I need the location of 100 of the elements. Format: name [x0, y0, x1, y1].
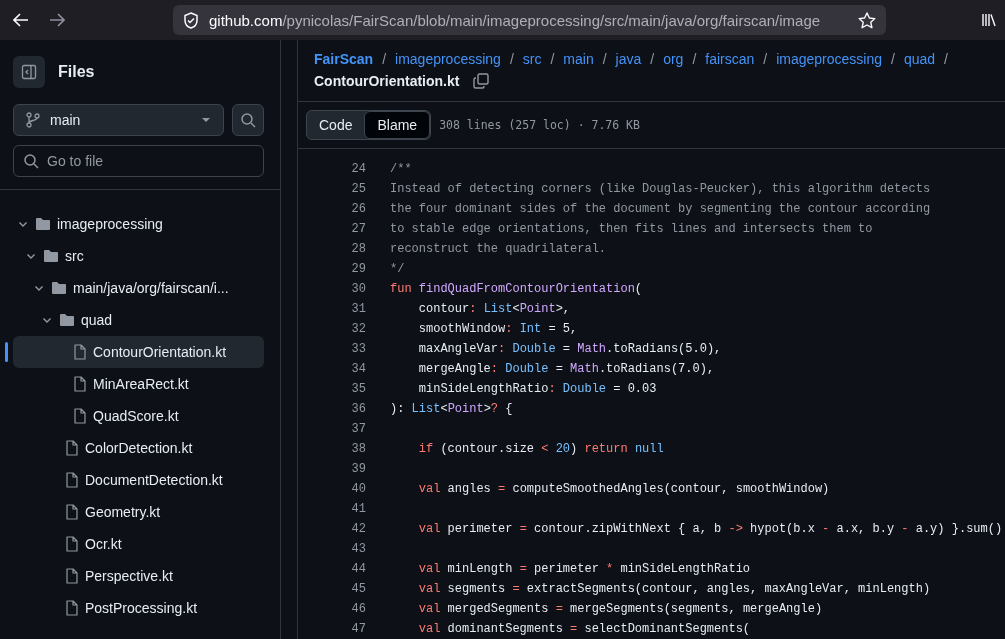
shield-icon[interactable] [183, 11, 199, 29]
code-line: val angles = computeSmoothedAngles(contour, smoothWindow) [417, 481, 830, 498]
path-separator: / [509, 50, 514, 69]
path-separator: / [550, 50, 555, 69]
folder-item[interactable]: imageprocessing [13, 208, 264, 240]
code-line: val perimeter = contour.zipWithNext { a, b -> hypot(b.x - a.x, b.y - a.y) }.sum() [417, 521, 1003, 538]
code-line: smoothWindow: Int = 5, [417, 321, 578, 338]
line-number: 42 [350, 521, 366, 538]
file-item[interactable]: QuadScore.kt [13, 400, 264, 432]
breadcrumb-link[interactable]: imageprocessing [395, 49, 501, 69]
line-number: 34 [350, 361, 366, 378]
breadcrumb-link[interactable]: src [522, 49, 542, 69]
code-line: ): List<Point>? { [390, 401, 513, 418]
path-separator: / [650, 50, 655, 69]
line-number: 24 [350, 161, 366, 178]
code-line: /** [390, 161, 412, 178]
line-number: 27 [350, 221, 366, 238]
line-number: 26 [350, 201, 366, 218]
collapse-panel-button[interactable] [13, 56, 45, 88]
breadcrumb-link[interactable]: main [563, 49, 594, 69]
path-separator: / [692, 50, 697, 69]
copy-icon [472, 72, 491, 90]
copy-path-button[interactable] [472, 72, 491, 90]
code-line: minSideLengthRatio: Double = 0.03 [417, 381, 657, 398]
file-name: ContourOrientation.kt [314, 72, 460, 91]
code-line: to stable edge orientations, then fits lines and intersects them to [390, 221, 873, 238]
view-tab[interactable]: Code [307, 111, 365, 139]
folder-item[interactable]: src [13, 240, 264, 272]
branch-selector[interactable]: main [13, 104, 224, 136]
code-line: contour: List<Point>, [417, 301, 571, 318]
code-line: maxAngleVar: Double = Math.toRadians(5.0), [417, 341, 722, 358]
breadcrumb-link[interactable]: org [663, 49, 684, 69]
branch-icon [26, 112, 40, 128]
file-item[interactable]: DocumentDetection.kt [13, 464, 264, 496]
code-line: val mergedSegments = mergeSegments(segments, mergeAngle) [417, 601, 823, 618]
search-field[interactable]: Go to file [13, 145, 264, 177]
path-separator: / [382, 50, 387, 69]
line-number: 41 [350, 501, 366, 518]
folder-item[interactable]: main/java/org/fairscan/i... [13, 272, 264, 304]
view-tab[interactable]: Blame [364, 111, 431, 139]
line-number: 47 [350, 621, 366, 638]
folder-icon [51, 281, 67, 295]
sidebar-title: Files [58, 63, 95, 81]
line-number: 43 [350, 541, 366, 558]
file-icon [65, 504, 79, 520]
line-number: 44 [350, 561, 366, 578]
breadcrumb-link[interactable]: quad [903, 49, 936, 69]
file-icon [73, 376, 87, 392]
search-button[interactable] [232, 104, 264, 136]
path-separator: / [763, 50, 768, 69]
breadcrumb-link[interactable]: java [615, 49, 642, 69]
back-icon[interactable] [13, 13, 29, 27]
code-line: */ [390, 261, 405, 278]
folder-item[interactable]: quad [13, 304, 264, 336]
code-line: reconstruct the quadrilateral. [390, 241, 607, 258]
code-line: if (contour.size < 20) return null [417, 441, 664, 458]
star-icon[interactable] [858, 11, 876, 29]
line-number: 29 [350, 261, 366, 278]
file-item[interactable]: MinAreaRect.kt [13, 368, 264, 400]
path-separator: / [891, 50, 895, 69]
url-field[interactable]: github.com/pynicolas/FairScan/blob/main/imageprocessing/src/main/java/org/fairscan/image [173, 5, 886, 35]
line-number: 25 [350, 181, 366, 198]
line-number: 30 [350, 281, 366, 298]
file-item[interactable]: PostProcessing.kt [13, 592, 264, 624]
line-number: 45 [350, 581, 366, 598]
code-line: Instead of detecting corners (like Douglas-Peucker), this algorithm detects [390, 181, 931, 198]
breadcrumb-link[interactable]: imageprocessing [776, 49, 883, 69]
line-number: 38 [350, 441, 366, 458]
line-number: 33 [350, 341, 366, 358]
file-icon [65, 568, 79, 584]
library-icon[interactable] [981, 12, 997, 28]
file-icon [65, 472, 79, 488]
folder-icon [59, 313, 75, 327]
line-number: 37 [350, 421, 366, 438]
line-number: 40 [350, 481, 366, 498]
breadcrumb-link[interactable]: FairScan [314, 49, 374, 69]
code-line: val dominantSegments = selectDominantSegments( [417, 621, 751, 638]
line-number: 31 [350, 301, 366, 318]
line-number: 39 [350, 461, 366, 478]
file-item[interactable]: Geometry.kt [13, 496, 264, 528]
file-icon [73, 344, 87, 360]
search-icon [23, 153, 39, 169]
folder-icon [43, 249, 59, 263]
search-icon [240, 112, 256, 128]
line-number: 32 [350, 321, 366, 338]
breadcrumb-link[interactable]: fairscan [705, 49, 755, 69]
code-line: mergeAngle: Double = Math.toRadians(7.0), [417, 361, 715, 378]
file-icon [65, 440, 79, 456]
forward-icon[interactable] [49, 13, 65, 27]
file-item[interactable]: Perspective.kt [13, 560, 264, 592]
file-item[interactable]: Ocr.kt [13, 528, 264, 560]
caret-icon [201, 117, 211, 123]
line-number: 35 [350, 381, 366, 398]
file-item[interactable]: ColorDetection.kt [13, 432, 264, 464]
sidebar-icon [21, 64, 37, 80]
file-icon [73, 408, 87, 424]
code-line: val minLength = perimeter * minSideLengthRatio [417, 561, 751, 578]
line-number: 28 [350, 241, 366, 258]
path-separator: / [944, 50, 948, 69]
line-number: 36 [350, 401, 366, 418]
